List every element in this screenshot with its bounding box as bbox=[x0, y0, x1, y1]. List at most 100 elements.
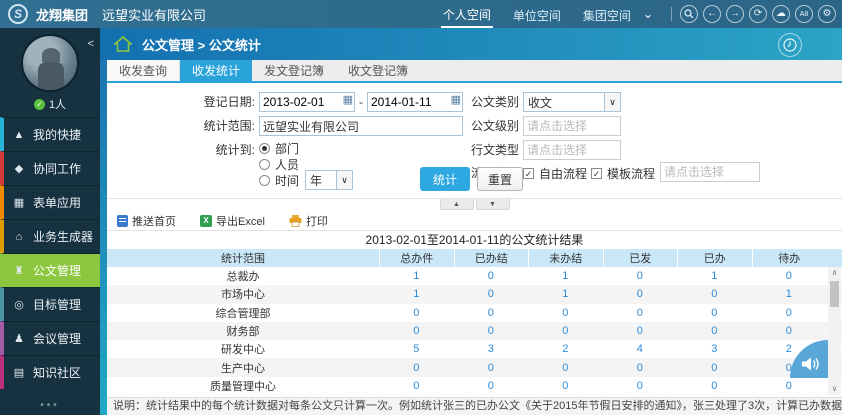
calendar-icon[interactable]: ▦ bbox=[343, 95, 353, 106]
stat-value-link[interactable]: 0 bbox=[603, 285, 678, 303]
stat-value-link[interactable]: 0 bbox=[752, 304, 827, 322]
stat-value-link[interactable]: 0 bbox=[677, 285, 752, 303]
home-icon[interactable] bbox=[114, 36, 132, 52]
stat-value-link[interactable]: 0 bbox=[603, 322, 678, 340]
stat-value-link[interactable]: 3 bbox=[677, 340, 752, 358]
stat-value-link[interactable]: 0 bbox=[603, 304, 678, 322]
stat-value-link[interactable]: 0 bbox=[379, 358, 454, 376]
a8-icon[interactable]: A8 bbox=[795, 5, 813, 23]
stat-value-link[interactable]: 5 bbox=[379, 340, 454, 358]
settings-icon[interactable]: ⚙ bbox=[818, 5, 836, 23]
stat-value-link[interactable]: 0 bbox=[454, 285, 529, 303]
stat-value-link[interactable]: 0 bbox=[677, 322, 752, 340]
sidebar-item-7[interactable]: ▤ 知识社区 bbox=[0, 355, 100, 389]
stat-value-link[interactable]: 1 bbox=[379, 285, 454, 303]
tab-0[interactable]: 收发查询 bbox=[107, 60, 181, 81]
forward-icon[interactable]: → bbox=[726, 5, 744, 23]
stat-value-link[interactable]: 0 bbox=[752, 377, 827, 395]
stat-value-link[interactable]: 0 bbox=[454, 267, 529, 285]
push-home-button[interactable]: 推送首页 bbox=[117, 213, 176, 229]
refresh-icon[interactable]: ⟳ bbox=[749, 5, 767, 23]
sidebar-item-5[interactable]: ◎ 目标管理 bbox=[0, 287, 100, 321]
sidebar: < ✓ 1人 ▲ 我的快捷 ◆ 协同工作 ▦ 表单应用 ⌂ 业务生成器 ♜ 公文管理 ◎ 目标管理 ♟ 会… bbox=[0, 28, 100, 415]
search-icon[interactable] bbox=[680, 5, 698, 23]
date-to-input[interactable] bbox=[367, 92, 463, 112]
stat-value-link[interactable]: 0 bbox=[454, 358, 529, 376]
doc-type-select[interactable]: 收文 ∨ bbox=[523, 92, 621, 112]
sidebar-item-4[interactable]: ♜ 公文管理 bbox=[0, 253, 100, 287]
table-row: 质量管理中心 0 0 0 0 0 0 bbox=[107, 377, 842, 395]
footer-note: 说明：统计结果中的每个统计数据对每条公文只计算一次。例如统计张三的已办公文《关于… bbox=[107, 397, 842, 415]
scroll-thumb[interactable] bbox=[830, 281, 839, 307]
print-button[interactable]: 打印 bbox=[289, 213, 328, 229]
radio-department[interactable]: 部门 bbox=[259, 141, 299, 156]
breadcrumb[interactable]: 公文管理 > 公文统计 bbox=[142, 35, 261, 54]
stat-value-link[interactable]: 0 bbox=[603, 267, 678, 285]
stat-value-link[interactable]: 0 bbox=[454, 304, 529, 322]
flow-type-input[interactable] bbox=[523, 140, 621, 160]
radio-icon bbox=[259, 142, 270, 154]
stat-value-link[interactable]: 3 bbox=[454, 340, 529, 358]
sidebar-item-6[interactable]: ♟ 会议管理 bbox=[0, 321, 100, 355]
stat-value-link[interactable]: 0 bbox=[677, 358, 752, 376]
collapse-down-button[interactable]: ▼ bbox=[475, 199, 510, 210]
scope-input[interactable] bbox=[259, 116, 463, 136]
sidebar-more-button[interactable]: ••• bbox=[0, 400, 100, 411]
collapse-up-button[interactable]: ▲ bbox=[439, 199, 474, 210]
tab-1[interactable]: 收发统计 bbox=[180, 60, 253, 81]
stat-value-link[interactable]: 0 bbox=[379, 304, 454, 322]
workspace-nav-item-2[interactable]: 集团空间 bbox=[581, 2, 633, 27]
submit-button[interactable]: 统计 bbox=[420, 167, 470, 191]
stat-value-link[interactable]: 0 bbox=[528, 322, 603, 340]
checkbox-free-process[interactable]: ✓ 自由流程 bbox=[523, 165, 587, 182]
stat-value-link[interactable]: 4 bbox=[603, 340, 678, 358]
workspace-nav-item-0[interactable]: 个人空间 bbox=[440, 1, 493, 28]
stat-value-link[interactable]: 0 bbox=[454, 322, 529, 340]
sidebar-item-1[interactable]: ◆ 协同工作 bbox=[0, 151, 100, 185]
main-area: 公文管理 > 公文统计 收发查询收发统计发文登记簿收文登记簿 登记日期: ▦ - bbox=[100, 28, 842, 415]
workspace-nav-item-1[interactable]: 单位空间 bbox=[511, 2, 563, 27]
cloud-icon[interactable]: ☁ bbox=[772, 5, 790, 23]
scroll-down-icon[interactable]: ∨ bbox=[828, 383, 841, 395]
sidebar-collapse-icon[interactable]: < bbox=[88, 38, 94, 50]
stat-value-link[interactable]: 0 bbox=[603, 358, 678, 376]
sidebar-item-2[interactable]: ▦ 表单应用 bbox=[0, 185, 100, 219]
stat-value-link[interactable]: 1 bbox=[677, 267, 752, 285]
radio-person[interactable]: 人员 bbox=[259, 157, 299, 172]
stat-value-link[interactable]: 0 bbox=[528, 304, 603, 322]
doc-level-input[interactable] bbox=[523, 116, 621, 136]
sidebar-item-0[interactable]: ▲ 我的快捷 bbox=[0, 117, 100, 151]
time-unit-select[interactable]: 年 ∨ bbox=[305, 170, 353, 190]
stat-value-link[interactable]: 0 bbox=[454, 377, 529, 395]
sidebar-item-label: 目标管理 bbox=[33, 298, 82, 312]
stat-value-link[interactable]: 1 bbox=[528, 267, 603, 285]
stat-value-link[interactable]: 1 bbox=[752, 285, 827, 303]
chevron-down-icon[interactable]: ⌄ bbox=[643, 7, 653, 21]
stat-value-link[interactable]: 0 bbox=[677, 377, 752, 395]
stat-value-link[interactable]: 0 bbox=[528, 377, 603, 395]
checkbox-template-process[interactable]: ✓ 模板流程 bbox=[591, 165, 655, 182]
avatar[interactable] bbox=[21, 34, 79, 92]
stat-value-link[interactable]: 0 bbox=[603, 377, 678, 395]
stat-value-link[interactable]: 0 bbox=[752, 267, 827, 285]
vertical-scrollbar[interactable]: ∧ ∨ bbox=[828, 267, 841, 395]
stat-value-link[interactable]: 0 bbox=[677, 304, 752, 322]
back-icon[interactable]: ← bbox=[703, 5, 721, 23]
stat-value-link[interactable]: 0 bbox=[752, 322, 827, 340]
radio-time[interactable]: 时间 bbox=[259, 173, 299, 188]
stat-value-link[interactable]: 2 bbox=[528, 340, 603, 358]
process-input[interactable] bbox=[660, 162, 760, 182]
stat-value-link[interactable]: 1 bbox=[379, 267, 454, 285]
stat-value-link[interactable]: 0 bbox=[379, 322, 454, 340]
date-from-input[interactable] bbox=[259, 92, 355, 112]
stat-value-link[interactable]: 0 bbox=[528, 358, 603, 376]
reset-button[interactable]: 重置 bbox=[477, 167, 523, 191]
tab-2[interactable]: 发文登记簿 bbox=[252, 60, 336, 81]
export-excel-button[interactable]: 导出Excel bbox=[200, 213, 265, 229]
stat-value-link[interactable]: 1 bbox=[528, 285, 603, 303]
stat-value-link[interactable]: 0 bbox=[379, 377, 454, 395]
tab-3[interactable]: 收文登记簿 bbox=[336, 60, 420, 81]
clock-icon[interactable] bbox=[778, 33, 802, 57]
sidebar-item-3[interactable]: ⌂ 业务生成器 bbox=[0, 219, 100, 253]
scroll-up-icon[interactable]: ∧ bbox=[828, 267, 841, 279]
